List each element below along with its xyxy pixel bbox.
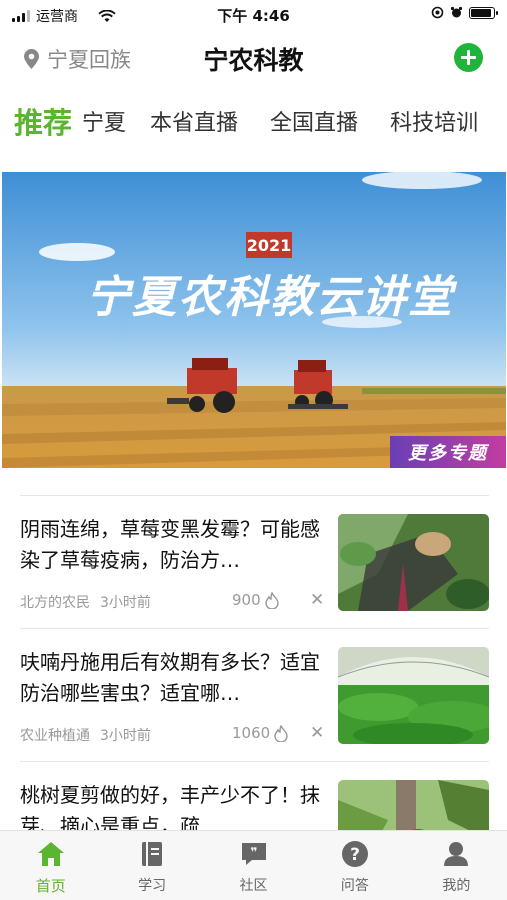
news-views: 900: [232, 591, 279, 609]
orientation-lock-icon: [431, 6, 444, 19]
flame-icon: [264, 591, 279, 609]
bottom-navigation: 首页 学习 ❞ 社区 ? 问答 我的: [0, 830, 507, 900]
news-title: 呋喃丹施用后有效期有多长？适宜防治哪些害虫？适宜哪…: [20, 650, 320, 705]
banner-headline: 宁夏农科教云讲堂: [86, 272, 458, 323]
battery-icon: [469, 6, 498, 19]
tab-recommend[interactable]: 推荐: [14, 100, 72, 142]
nav-community-label: 社区: [239, 878, 268, 894]
book-icon: [142, 842, 163, 866]
nav-profile[interactable]: 我的: [406, 831, 507, 900]
news-thumbnail: [338, 647, 489, 744]
category-tabs: 推荐 宁夏 本省直播 全国直播 科技培训: [0, 96, 507, 146]
news-source: 农业种植通: [20, 728, 90, 744]
location-pin-icon: [24, 49, 39, 69]
news-title: 阴雨连绵，草莓变黑发霉？可能感染了草莓疫病，防治方…: [20, 517, 320, 572]
tab-tech-training[interactable]: 科技培训: [390, 105, 478, 137]
home-icon: [37, 842, 64, 866]
svg-text:?: ?: [350, 845, 360, 865]
nav-study-label: 学习: [138, 878, 167, 894]
nav-home[interactable]: 首页: [0, 831, 101, 900]
question-icon: ?: [341, 841, 368, 867]
flame-icon: [274, 724, 288, 742]
nav-qa[interactable]: ? 问答: [304, 831, 405, 900]
nav-study[interactable]: 学习: [101, 831, 202, 900]
location-selector[interactable]: 宁夏回族: [24, 44, 131, 74]
alarm-icon: [450, 6, 463, 18]
news-source: 北方的农民: [20, 595, 90, 611]
dismiss-close-icon[interactable]: ✕: [310, 723, 324, 743]
view-count: 1060: [232, 724, 271, 742]
news-time: 3小时前: [100, 595, 151, 611]
nav-qa-label: 问答: [340, 878, 369, 894]
tab-province-live[interactable]: 本省直播: [150, 105, 238, 137]
add-button[interactable]: [454, 43, 483, 72]
app-header: 宁夏回族 宁农科教: [0, 32, 507, 84]
more-topics-button[interactable]: 更多专题: [390, 436, 506, 468]
chat-bubble-icon: ❞: [241, 843, 266, 865]
promo-banner[interactable]: 2021 宁夏农科教云讲堂 更多专题: [2, 172, 506, 468]
nav-profile-label: 我的: [442, 878, 471, 894]
banner-image: 2021 宁夏农科教云讲堂: [2, 172, 506, 468]
user-icon: [444, 842, 469, 866]
tab-national-live[interactable]: 全国直播: [270, 105, 358, 137]
news-meta: 农业种植通 3小时前: [20, 725, 151, 745]
news-item[interactable]: 阴雨连绵，草莓变黑发霉？可能感染了草莓疫病，防治方… 北方的农民 3小时前 90…: [20, 496, 489, 629]
news-meta: 北方的农民 3小时前: [20, 592, 151, 612]
nav-home-label: 首页: [35, 877, 66, 895]
location-label: 宁夏回族: [47, 48, 131, 72]
dismiss-close-icon[interactable]: ✕: [310, 590, 324, 610]
status-bar: 运营商 下午 4:46: [0, 0, 507, 28]
year-badge-text: 2021: [247, 236, 292, 255]
nav-community[interactable]: ❞ 社区: [203, 831, 304, 900]
plus-icon: [461, 50, 476, 65]
news-thumbnail: [338, 514, 489, 611]
svg-text:❞: ❞: [250, 845, 257, 859]
tab-ningxia[interactable]: 宁夏: [82, 105, 126, 137]
news-time: 3小时前: [100, 728, 151, 744]
view-count: 900: [232, 591, 261, 609]
news-item[interactable]: 呋喃丹施用后有效期有多长？适宜防治哪些害虫？适宜哪… 农业种植通 3小时前 10…: [20, 629, 489, 762]
news-views: 1060: [232, 724, 288, 742]
